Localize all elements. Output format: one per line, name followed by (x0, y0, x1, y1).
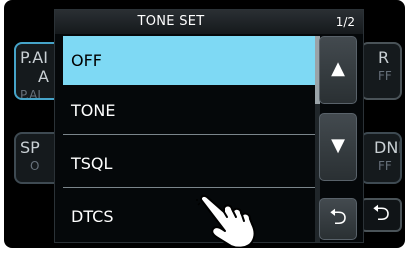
radio-screen: P.AI A P.AI SP O R FF DNI FF ⮌ TONE SET … (4, 0, 405, 248)
scroll-down-button[interactable]: ▼ (319, 113, 357, 181)
up-triangle-icon: ▲ (331, 58, 345, 79)
list-item-tsql[interactable]: TSQL (63, 139, 315, 188)
page-indicator: 1/2 (335, 15, 355, 29)
background-label: DNI (374, 138, 402, 157)
return-arrow-icon: ⮌ (329, 205, 347, 230)
down-triangle-icon: ▼ (331, 135, 345, 156)
background-button-moni: DNI FF (360, 132, 402, 184)
list-item-label: TONE (71, 101, 116, 120)
background-label: A (38, 67, 49, 86)
list-item-label: OFF (71, 51, 102, 70)
dialog-title: TONE SET (137, 14, 205, 29)
list-item-dtcs[interactable]: DTCS (63, 192, 315, 241)
return-button[interactable]: ⮌ (319, 198, 357, 240)
tone-option-list: OFF TONE TSQL DTCS (63, 36, 315, 242)
dialog-title-bar: TONE SET 1/2 (55, 10, 363, 34)
return-arrow-icon: ⮌ (372, 201, 390, 226)
background-sublabel: FF (378, 69, 392, 83)
background-label: R (378, 48, 390, 67)
scroll-up-button[interactable]: ▲ (319, 36, 357, 104)
list-item-off[interactable]: OFF (63, 36, 315, 85)
list-item-tone[interactable]: TONE (63, 86, 315, 135)
background-label: P.AI (20, 48, 48, 67)
pointing-hand-icon (196, 194, 256, 248)
list-item-label: DTCS (71, 207, 114, 226)
background-button-r: R FF (360, 42, 402, 100)
background-return-button: ⮌ (360, 198, 402, 232)
background-sublabel: FF (378, 159, 392, 173)
background-label: SP (20, 138, 40, 157)
list-item-label: TSQL (71, 154, 113, 173)
